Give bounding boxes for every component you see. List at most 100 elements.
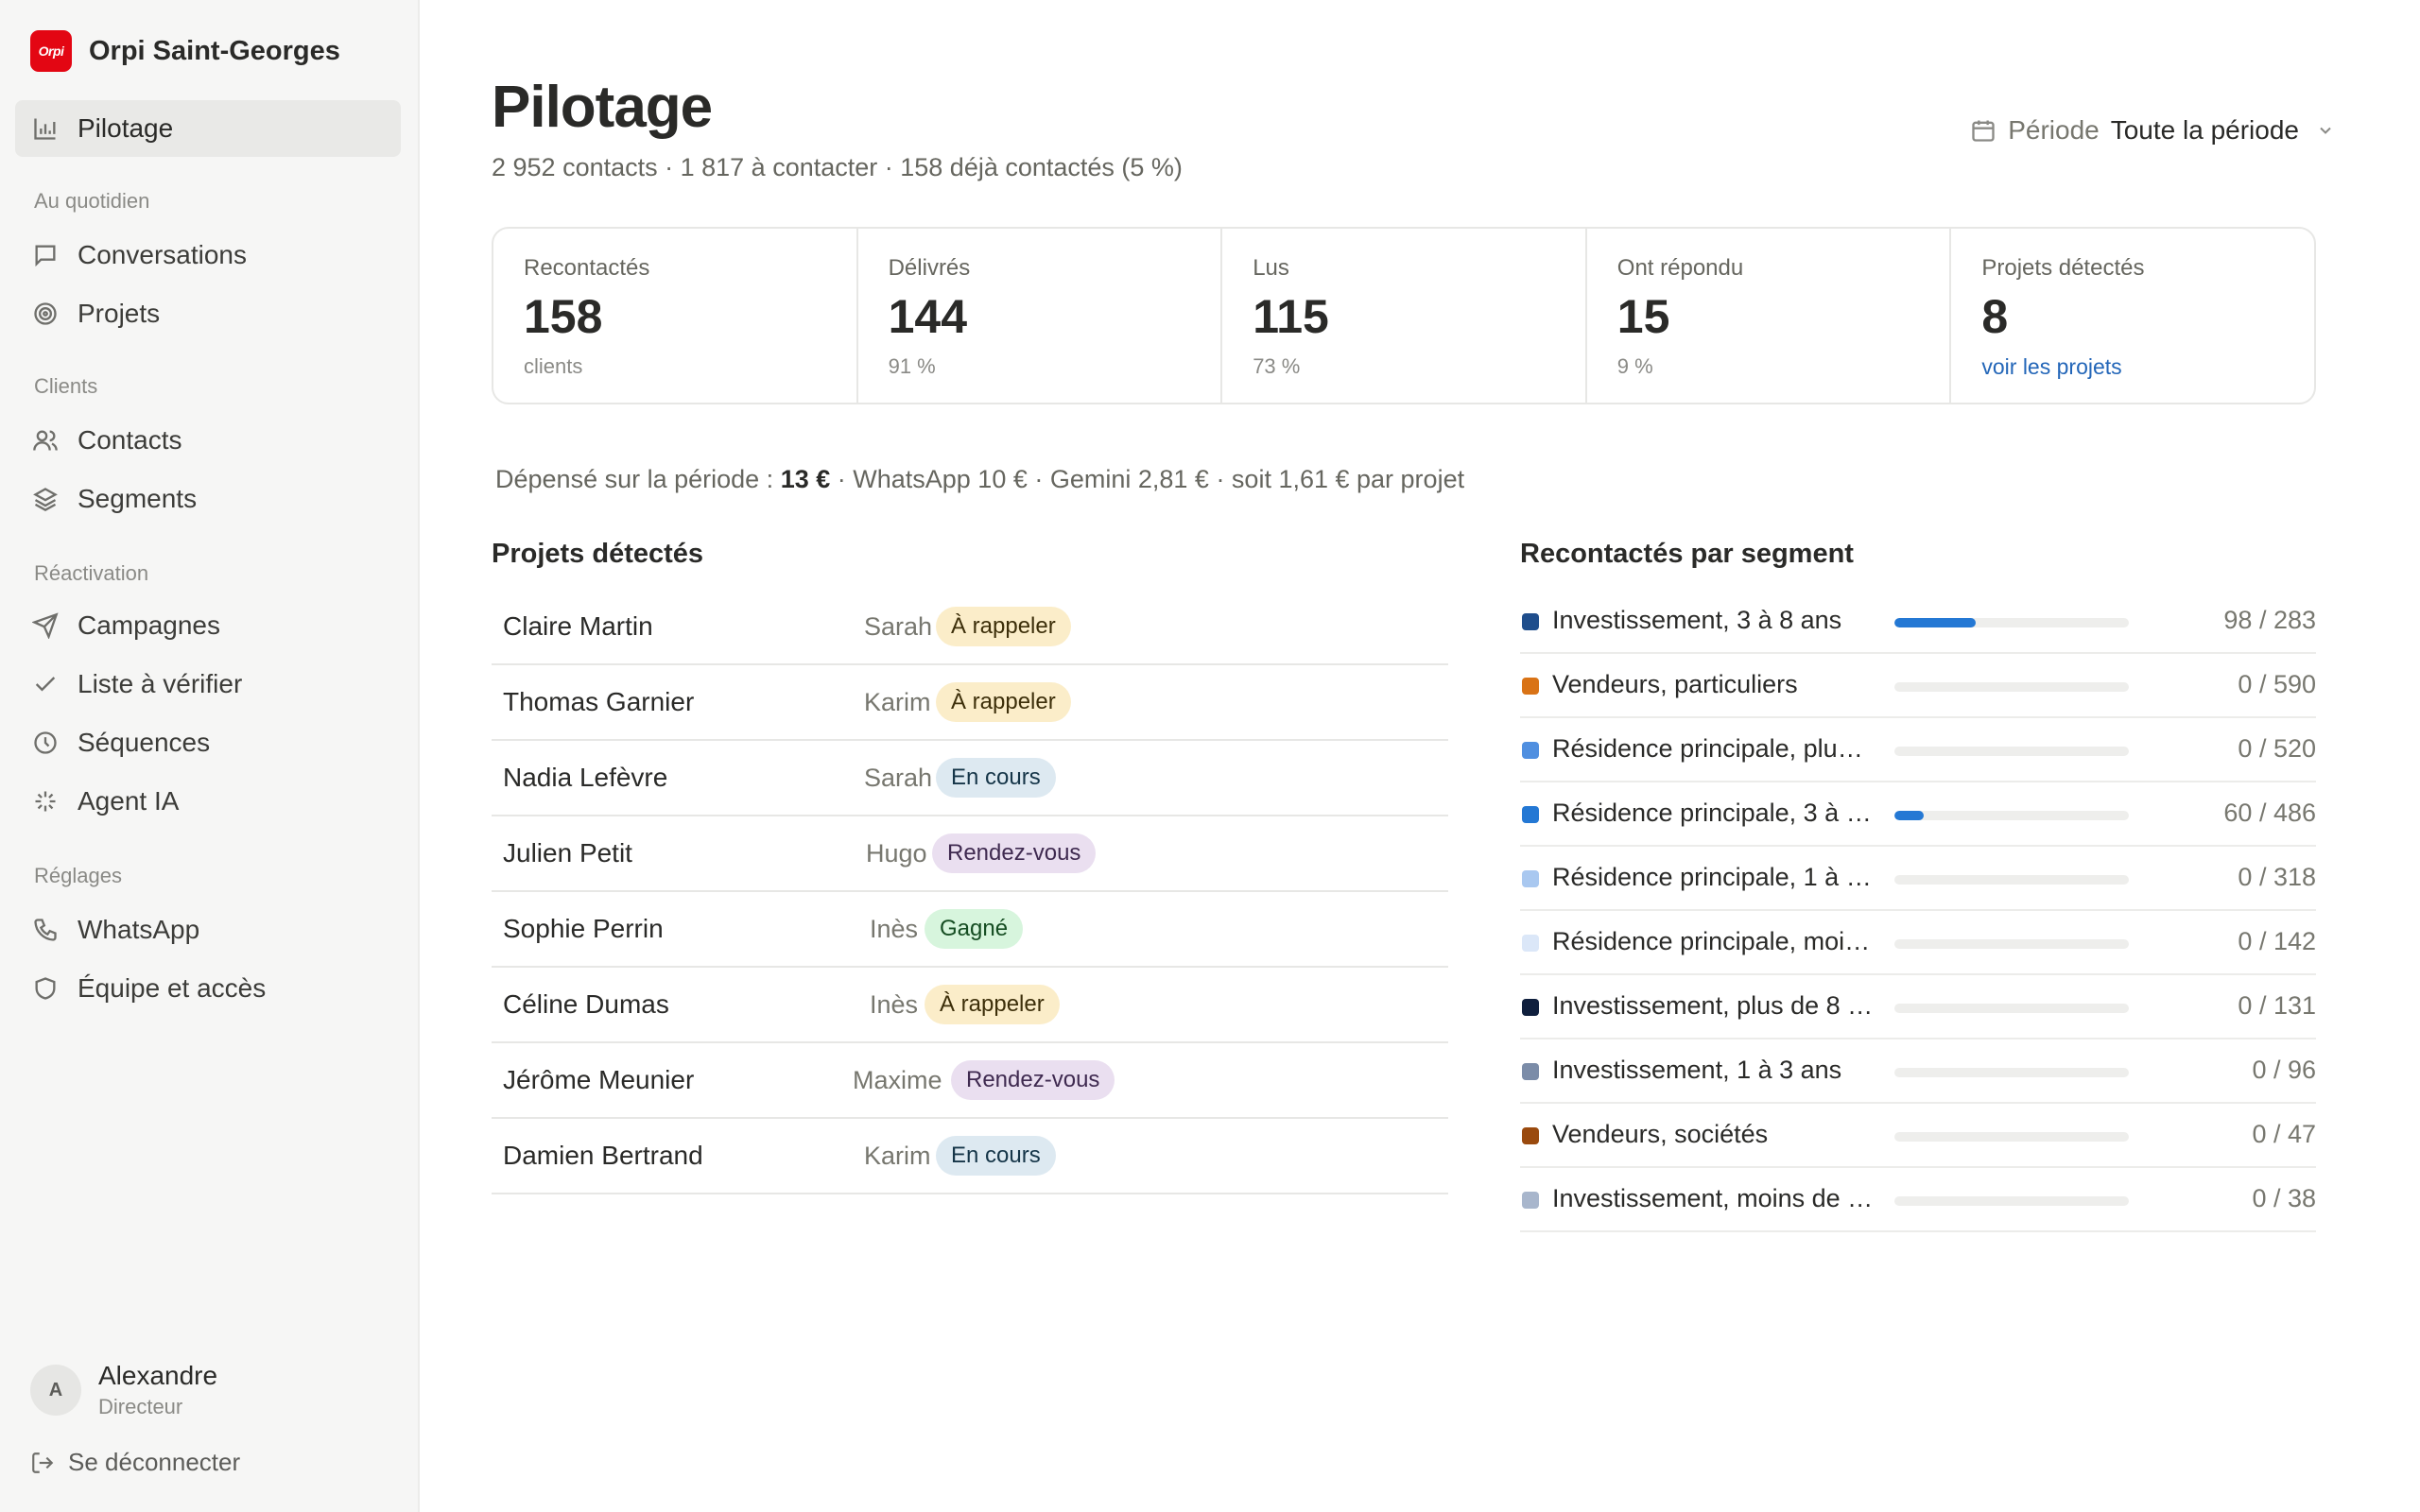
segment-row[interactable]: Résidence principale, 3 à 8 ans 60 / 486 — [1520, 782, 2316, 847]
stat-delivres: Délivrés 144 91 % — [858, 229, 1223, 403]
project-agent: Karim — [864, 1141, 931, 1170]
sidebar-item-contacts[interactable]: Contacts — [15, 412, 401, 469]
view-projects-link[interactable]: voir les projets — [1981, 354, 2121, 380]
stat-label: Lus — [1253, 255, 1289, 281]
segment-name: Investissement, 3 à 8 ans — [1552, 606, 1842, 634]
logout-button[interactable]: Se déconnecter — [30, 1448, 240, 1477]
sidebar-item-pilotage[interactable]: Pilotage — [15, 100, 401, 157]
stat-value: 158 — [524, 290, 603, 343]
spend-total: 13 € — [780, 465, 831, 493]
segment-progress-fill — [1894, 811, 1924, 820]
stat-sub: 91 % — [888, 354, 936, 378]
project-row[interactable]: Jérôme Meunier Maxime Rendez-vous — [492, 1043, 1448, 1119]
segment-progress-track — [1894, 1004, 2129, 1013]
user-profile[interactable]: A Alexandre Directeur — [30, 1361, 217, 1419]
stat-value: 15 — [1616, 290, 1670, 343]
project-row[interactable]: Céline Dumas Inès À rappeler — [492, 968, 1448, 1043]
orpi-logo: Orpi — [30, 30, 72, 72]
chat-icon — [35, 245, 56, 267]
segment-row[interactable]: Vendeurs, sociétés 0 / 47 — [1520, 1104, 2316, 1168]
stat-lus: Lus 115 73 % — [1222, 229, 1587, 403]
sidebar-item-label: Segments — [78, 484, 198, 513]
spend-prefix: Dépensé sur la période : — [495, 465, 781, 493]
sidebar-item-whatsapp[interactable]: WhatsApp — [15, 902, 401, 958]
segment-progress-track — [1894, 1132, 2129, 1142]
sidebar-item-projets[interactable]: Projets — [15, 285, 401, 342]
status-badge: À rappeler — [936, 607, 1071, 646]
brand[interactable]: Orpi Orpi Saint-Georges — [30, 30, 340, 72]
sidebar-item-label: Contacts — [78, 425, 182, 455]
segment-row[interactable]: Vendeurs, particuliers 0 / 590 — [1520, 654, 2316, 718]
project-row[interactable]: Sophie Perrin Inès Gagné — [492, 892, 1448, 968]
section-reactivation: Réactivation — [34, 561, 149, 585]
segment-count: 0 / 142 — [2238, 927, 2316, 955]
project-name: Claire Martin — [503, 611, 653, 641]
project-row[interactable]: Claire Martin Sarah À rappeler — [492, 590, 1448, 665]
segment-count: 0 / 590 — [2238, 670, 2316, 698]
stat-label: Ont répondu — [1616, 255, 1744, 281]
project-agent: Maxime — [853, 1065, 942, 1094]
project-agent: Sarah — [864, 611, 933, 641]
project-name: Jérôme Meunier — [503, 1065, 695, 1094]
project-name: Nadia Lefèvre — [503, 763, 668, 792]
segment-color-dot — [1522, 678, 1539, 695]
status-badge: Rendez-vous — [951, 1060, 1115, 1100]
project-agent: Inès — [870, 989, 919, 1019]
sidebar: Orpi Orpi Saint-Georges Pilotage Au quot… — [0, 0, 420, 1512]
project-name: Julien Petit — [503, 838, 632, 868]
project-name: Damien Bertrand — [503, 1141, 703, 1170]
sidebar-item-label: Projets — [78, 299, 161, 328]
sidebar-item-segments[interactable]: Segments — [15, 471, 401, 527]
stat-value: 144 — [888, 290, 968, 343]
stat-projets-detectes: Projets détectés 8 voir les projets — [1951, 229, 2314, 403]
project-agent: Sarah — [864, 763, 933, 792]
segment-color-dot — [1522, 1192, 1539, 1209]
segment-count: 0 / 318 — [2238, 863, 2316, 891]
segment-row[interactable]: Résidence principale, plus de 8 ans 0 / 5… — [1520, 718, 2316, 782]
segment-row[interactable]: Investissement, 1 à 3 ans 0 / 96 — [1520, 1040, 2316, 1104]
segment-count: 0 / 131 — [2238, 991, 2316, 1020]
period-selector[interactable]: Période Toute la période — [1970, 115, 2335, 146]
sidebar-item-campagnes[interactable]: Campagnes — [15, 597, 401, 654]
sidebar-item-equipe-et-acces[interactable]: Équipe et accès — [15, 960, 401, 1017]
segment-row[interactable]: Investissement, plus de 8 ans 0 / 131 — [1520, 975, 2316, 1040]
segment-row[interactable]: Résidence principale, moins de 1 an 0 / 1… — [1520, 911, 2316, 975]
project-row[interactable]: Damien Bertrand Karim En cours — [492, 1119, 1448, 1194]
segment-progress-fill — [1894, 618, 1976, 627]
segment-row[interactable]: Investissement, moins de 1 an 0 / 38 — [1520, 1168, 2316, 1232]
bar-chart-icon — [34, 118, 56, 140]
projects-table: Claire Martin Sarah À rappeler Thomas Garni… — [492, 590, 1448, 1194]
segment-color-dot — [1522, 935, 1539, 952]
stat-label: Recontactés — [524, 255, 650, 281]
segment-row[interactable]: Résidence principale, 1 à 3 ans 0 / 318 — [1520, 847, 2316, 911]
sparkle-icon — [35, 791, 56, 812]
sidebar-item-sequences[interactable]: Séquences — [15, 714, 401, 771]
sidebar-item-liste-a-verifier[interactable]: Liste à vérifier — [15, 656, 401, 713]
project-name: Thomas Garnier — [503, 687, 695, 716]
segment-progress-track — [1894, 682, 2129, 692]
main-content: Pilotage 2 952 contacts · 1 817 à contac… — [420, 0, 2420, 1512]
period-value: Toute la période — [2110, 115, 2299, 145]
project-row[interactable]: Nadia Lefèvre Sarah En cours — [492, 741, 1448, 816]
status-badge: À rappeler — [936, 682, 1071, 722]
project-row[interactable]: Thomas Garnier Karim À rappeler — [492, 665, 1448, 741]
segment-count: 0 / 38 — [2252, 1184, 2316, 1212]
segment-progress-track — [1894, 875, 2129, 885]
segment-count: 0 / 96 — [2252, 1056, 2316, 1084]
calendar-icon — [1972, 120, 1995, 142]
sidebar-item-agent-ia[interactable]: Agent IA — [15, 773, 401, 830]
segment-name: Investissement, plus de 8 ans — [1552, 991, 1874, 1020]
project-row[interactable]: Julien Petit Hugo Rendez-vous — [492, 816, 1448, 892]
chevron-down-icon — [2320, 127, 2331, 134]
check-icon — [35, 677, 56, 692]
sidebar-item-label: Pilotage — [78, 113, 174, 143]
send-icon — [32, 612, 59, 639]
segment-row[interactable]: Investissement, 3 à 8 ans 98 / 283 — [1520, 590, 2316, 654]
status-badge: À rappeler — [925, 985, 1060, 1024]
segment-count: 60 / 486 — [2223, 799, 2316, 827]
segment-color-dot — [1522, 742, 1539, 759]
sidebar-item-conversations[interactable]: Conversations — [15, 227, 401, 284]
section-reglages: Réglages — [34, 864, 122, 887]
segment-name: Résidence principale, moins de 1 an — [1552, 927, 1874, 955]
stat-recontactes: Recontactés 158 clients — [493, 229, 858, 403]
